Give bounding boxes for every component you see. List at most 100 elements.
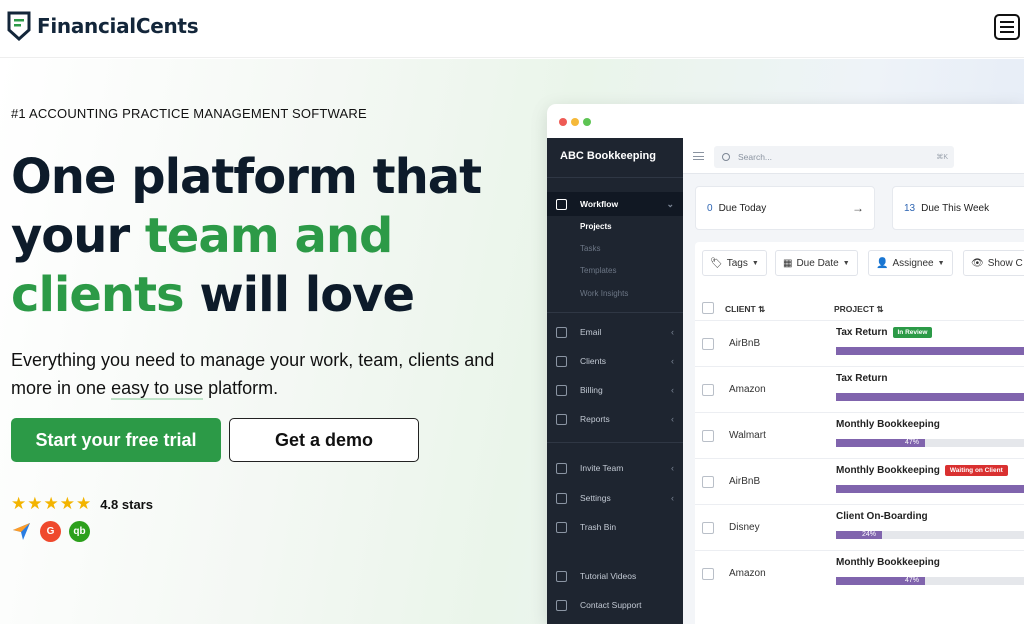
chevron-left-icon: ‹ [671, 463, 674, 473]
column-label: CLIENT [725, 304, 756, 314]
arrow-right-icon[interactable]: → [852, 201, 864, 215]
column-project[interactable]: PROJECT ⇅ [834, 304, 884, 315]
search-shortcut: ⌘K [936, 154, 948, 161]
chevron-left-icon: ‹ [671, 493, 674, 503]
projects-table: 🏷 Tags ▼ ▦ Due Date ▼ 👤 Assignee ▼ 👁 Show C CLI… [695, 242, 1024, 624]
capterra-icon[interactable] [11, 521, 32, 542]
video-icon [556, 570, 567, 582]
quickbooks-icon[interactable]: qb [69, 521, 90, 542]
headline-highlight: clients [11, 267, 185, 323]
divider [547, 312, 683, 313]
divider [547, 177, 683, 178]
project-name[interactable]: Monthly Bookkeeping [836, 419, 940, 430]
filter-tags[interactable]: 🏷 Tags ▼ [702, 250, 767, 276]
minimize-dot-icon [571, 118, 579, 126]
row-checkbox[interactable] [702, 522, 714, 534]
client-name[interactable]: AirBnB [729, 476, 760, 487]
card-label: Due Today [718, 202, 767, 214]
sort-icon: ⇅ [876, 304, 884, 314]
caret-down-icon: ▼ [751, 259, 759, 267]
review-badges: G qb [11, 521, 90, 542]
card-count: 13 [904, 202, 916, 214]
client-name[interactable]: Amazon [729, 384, 766, 395]
project-name[interactable]: Monthly Bookkeeping [836, 557, 940, 568]
search-input[interactable]: Search... ⌘K [714, 146, 954, 168]
sidebar-sub-work-insights[interactable]: Work Insights [580, 289, 628, 298]
caret-down-icon: ▼ [937, 259, 945, 267]
filter-due-date[interactable]: ▦ Due Date ▼ [775, 250, 858, 276]
table-header: CLIENT ⇅ PROJECT ⇅ [695, 294, 1024, 320]
table-row[interactable]: AirBnB Tax Return In Review [695, 320, 1024, 366]
support-icon [556, 599, 567, 611]
filter-show-columns[interactable]: 👁 Show C [963, 250, 1024, 276]
filter-assignee[interactable]: 👤 Assignee ▼ [868, 250, 953, 276]
project-name[interactable]: Monthly Bookkeeping Waiting on Client [836, 465, 1008, 476]
app-main: Search... ⌘K 0 Due Today → 13 Due This W… [683, 138, 1024, 624]
sidebar-item-clients[interactable]: Clients ‹ [547, 349, 683, 373]
sidebar-sub-projects[interactable]: Projects [580, 222, 612, 231]
sidebar-item-billing[interactable]: Billing ‹ [547, 378, 683, 402]
calendar-icon: ▦ [783, 257, 793, 269]
due-this-week-card[interactable]: 13 Due This Week [892, 186, 1024, 230]
project-label: Monthly Bookkeeping [836, 419, 940, 430]
sidebar-item-email[interactable]: Email ‹ [547, 320, 683, 344]
org-name: ABC Bookkeeping [560, 150, 656, 162]
star-rating-icon: ★★★★★ [11, 494, 93, 513]
table-row[interactable]: AirBnB Monthly Bookkeeping Waiting on Clie… [695, 458, 1024, 504]
top-navbar: FinancialCents [0, 0, 1024, 58]
due-today-card[interactable]: 0 Due Today → [695, 186, 875, 230]
start-free-trial-button[interactable]: Start your free trial [11, 418, 221, 462]
client-name[interactable]: Amazon [729, 568, 766, 579]
sidebar-item-label: Contact Support [580, 600, 642, 610]
close-dot-icon [559, 118, 567, 126]
project-label: Monthly Bookkeeping [836, 465, 940, 477]
sidebar-item-workflow[interactable]: Workflow ⌄ [547, 192, 683, 216]
table-row[interactable]: Disney Client On-Boarding 24% [695, 504, 1024, 550]
rating: ★★★★★ 4.8 stars [11, 494, 153, 514]
card-label: Due This Week [921, 202, 990, 214]
chevron-down-icon: ⌄ [666, 198, 674, 209]
divider [547, 442, 683, 443]
filter-label: Assignee [892, 257, 934, 269]
column-client[interactable]: CLIENT ⇅ [725, 304, 765, 315]
sidebar-item-reports[interactable]: Reports ‹ [547, 407, 683, 431]
sidebar-sub-templates[interactable]: Templates [580, 266, 616, 275]
get-demo-button[interactable]: Get a demo [229, 418, 419, 462]
table-row[interactable]: Amazon Monthly Bookkeeping 47% [695, 550, 1024, 596]
app-toolbar: Search... ⌘K [683, 138, 1024, 174]
hamburger-menu-icon[interactable] [994, 14, 1020, 40]
sidebar-sub-tasks[interactable]: Tasks [580, 244, 600, 253]
filter-label: Tags [726, 257, 748, 269]
client-name[interactable]: Disney [729, 522, 760, 533]
filter-label: Due Date [796, 257, 839, 269]
sidebar-item-label: Tutorial Videos [580, 571, 637, 581]
sidebar-item-tutorial-videos[interactable]: Tutorial Videos [547, 564, 683, 588]
sidebar-item-contact-support[interactable]: Contact Support [547, 593, 683, 617]
row-checkbox[interactable] [702, 338, 714, 350]
sidebar-item-settings[interactable]: Settings ‹ [547, 486, 683, 510]
sidebar-item-trash-bin[interactable]: Trash Bin [547, 515, 683, 539]
table-row[interactable]: Walmart Monthly Bookkeeping 47% [695, 412, 1024, 458]
billing-icon [556, 384, 567, 396]
row-checkbox[interactable] [702, 568, 714, 580]
tag-icon: 🏷 [710, 257, 723, 269]
row-checkbox[interactable] [702, 430, 714, 442]
table-row[interactable]: Amazon Tax Return [695, 366, 1024, 412]
project-name[interactable]: Tax Return In Review [836, 327, 933, 339]
g2-icon[interactable]: G [40, 521, 61, 542]
search-placeholder: Search... [738, 152, 773, 162]
progress-label: 24% [862, 530, 877, 538]
globe-icon [556, 462, 567, 474]
client-name[interactable]: AirBnB [729, 338, 760, 349]
row-checkbox[interactable] [702, 476, 714, 488]
select-all-checkbox[interactable] [702, 302, 714, 314]
menu-icon[interactable] [693, 152, 704, 160]
brand-logo[interactable]: FinancialCents [7, 11, 199, 41]
project-label: Tax Return [836, 327, 888, 339]
project-name[interactable]: Tax Return [836, 373, 888, 384]
sidebar-item-invite-team[interactable]: Invite Team ‹ [547, 456, 683, 480]
project-name[interactable]: Client On-Boarding [836, 511, 928, 522]
app-screenshot: ABC Bookkeeping Workflow ⌄ Projects Task… [547, 104, 1024, 624]
client-name[interactable]: Walmart [729, 430, 766, 441]
row-checkbox[interactable] [702, 384, 714, 396]
